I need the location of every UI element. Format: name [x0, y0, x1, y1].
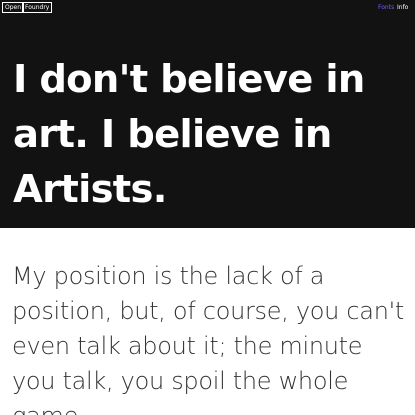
hero-quote: I don't believe in art. I believe in Art… — [13, 57, 365, 212]
hero-section: I don't believe in art. I believe in Art… — [0, 16, 415, 228]
top-nav: Open Foundry Fonts Info — [0, 0, 415, 16]
nav-link-info[interactable]: Info — [397, 3, 408, 12]
logo-open[interactable]: Open — [2, 2, 25, 13]
quote-section: My position is the lack of a position, b… — [0, 228, 415, 415]
logo-foundry[interactable]: Foundry — [22, 2, 53, 13]
nav-link-fonts[interactable]: Fonts — [378, 3, 394, 12]
body-quote: My position is the lack of a position, b… — [12, 262, 405, 415]
